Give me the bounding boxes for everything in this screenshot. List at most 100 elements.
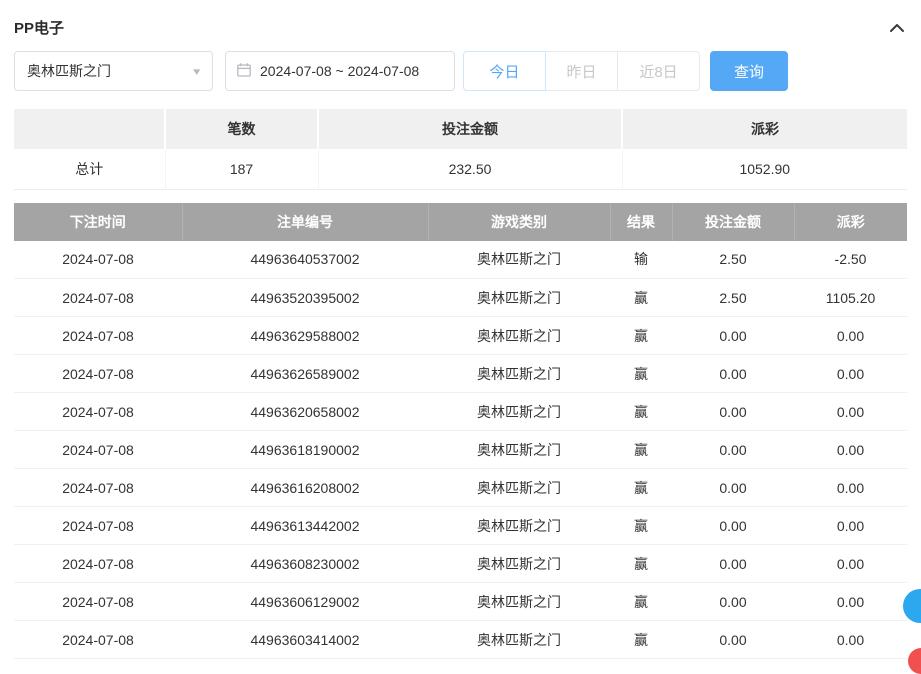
cell-payout: 0.00 [794,621,907,659]
cell-result: 赢 [610,507,672,545]
cell-result: 赢 [610,545,672,583]
calendar-icon [236,62,252,81]
cell-payout: 0.00 [794,469,907,507]
cell-payout: -2.50 [794,241,907,279]
page-title: PP电子 [14,17,64,38]
quick-filter-yesterday[interactable]: 昨日 [545,51,618,91]
cell-bet-time: 2024-07-08 [14,583,182,621]
cell-payout: 0.00 [794,431,907,469]
cell-game-type: 奥林匹斯之门 [428,621,610,659]
date-range-picker[interactable]: 2024-07-08 ~ 2024-07-08 [225,51,455,91]
summary-bet-amount-value: 232.50 [318,149,622,189]
pp-electronic-panel: PP电子 奥林匹斯之门 ▾ 2024-07-08 ~ 2024-07-08 [0,0,921,659]
summary-table: 笔数 投注金额 派彩 总计 187 232.50 1052.90 [14,109,907,190]
summary-payout-value: 1052.90 [622,149,907,189]
cell-game-type: 奥林匹斯之门 [428,317,610,355]
cell-bet-amount: 0.00 [672,583,794,621]
cell-result: 赢 [610,393,672,431]
cell-bet-time: 2024-07-08 [14,621,182,659]
cell-bet-amount: 0.00 [672,431,794,469]
quick-filter-last8days[interactable]: 近8日 [617,51,700,91]
cell-game-type: 奥林匹斯之门 [428,507,610,545]
cell-order-id: 44963620658002 [182,393,428,431]
table-row: 2024-07-08 44963626589002 奥林匹斯之门 赢 0.00 … [14,355,907,393]
cell-payout: 0.00 [794,545,907,583]
date-range-value: 2024-07-08 ~ 2024-07-08 [260,63,419,79]
cell-game-type: 奥林匹斯之门 [428,545,610,583]
summary-total-row: 总计 187 232.50 1052.90 [14,149,907,189]
cell-payout: 0.00 [794,355,907,393]
cell-bet-time: 2024-07-08 [14,355,182,393]
header-game-type: 游戏类别 [428,203,610,241]
header-order-id: 注单编号 [182,203,428,241]
caret-down-icon: ▾ [194,65,201,78]
header-bet-amount: 投注金额 [672,203,794,241]
cell-bet-time: 2024-07-08 [14,545,182,583]
cell-bet-amount: 2.50 [672,279,794,317]
cell-payout: 0.00 [794,393,907,431]
cell-payout: 0.00 [794,317,907,355]
chevron-up-icon [889,22,905,37]
bet-records-table: 下注时间 注单编号 游戏类别 结果 投注金额 派彩 2024-07-08 449… [14,203,907,660]
cell-result: 赢 [610,583,672,621]
table-row: 2024-07-08 44963618190002 奥林匹斯之门 赢 0.00 … [14,431,907,469]
cell-bet-time: 2024-07-08 [14,469,182,507]
cell-order-id: 44963603414002 [182,621,428,659]
collapse-button[interactable] [887,20,907,36]
cell-bet-time: 2024-07-08 [14,393,182,431]
cell-result: 赢 [610,431,672,469]
cell-order-id: 44963606129002 [182,583,428,621]
cell-game-type: 奥林匹斯之门 [428,431,610,469]
table-row: 2024-07-08 44963606129002 奥林匹斯之门 赢 0.00 … [14,583,907,621]
summary-total-label: 总计 [14,149,165,189]
table-row: 2024-07-08 44963603414002 奥林匹斯之门 赢 0.00 … [14,621,907,659]
cell-bet-amount: 0.00 [672,507,794,545]
table-row: 2024-07-08 44963640537002 奥林匹斯之门 输 2.50 … [14,241,907,279]
cell-order-id: 44963640537002 [182,241,428,279]
header-result: 结果 [610,203,672,241]
quick-filter-today[interactable]: 今日 [463,51,546,91]
cell-bet-amount: 0.00 [672,393,794,431]
cell-bet-time: 2024-07-08 [14,507,182,545]
cell-bet-amount: 0.00 [672,621,794,659]
cell-result: 赢 [610,355,672,393]
cell-result: 赢 [610,621,672,659]
filter-bar: 奥林匹斯之门 ▾ 2024-07-08 ~ 2024-07-08 今日 昨日 近… [14,51,907,91]
cell-game-type: 奥林匹斯之门 [428,355,610,393]
game-select-value: 奥林匹斯之门 [27,61,111,81]
bet-table-body: 2024-07-08 44963640537002 奥林匹斯之门 输 2.50 … [14,241,907,659]
game-select[interactable]: 奥林匹斯之门 ▾ [14,51,213,91]
cell-bet-time: 2024-07-08 [14,279,182,317]
cell-result: 赢 [610,279,672,317]
cell-game-type: 奥林匹斯之门 [428,241,610,279]
table-row: 2024-07-08 44963520395002 奥林匹斯之门 赢 2.50 … [14,279,907,317]
table-row: 2024-07-08 44963620658002 奥林匹斯之门 赢 0.00 … [14,393,907,431]
cell-game-type: 奥林匹斯之门 [428,583,610,621]
cell-bet-amount: 0.00 [672,355,794,393]
floating-action-button[interactable] [908,648,921,674]
cell-order-id: 44963520395002 [182,279,428,317]
summary-header-bet-amount: 投注金额 [318,109,622,149]
summary-header-blank [14,109,165,149]
table-row: 2024-07-08 44963613442002 奥林匹斯之门 赢 0.00 … [14,507,907,545]
panel-header: PP电子 [14,0,907,51]
cell-order-id: 44963618190002 [182,431,428,469]
bet-table-header-row: 下注时间 注单编号 游戏类别 结果 投注金额 派彩 [14,203,907,241]
header-bet-time: 下注时间 [14,203,182,241]
table-row: 2024-07-08 44963608230002 奥林匹斯之门 赢 0.00 … [14,545,907,583]
cell-result: 赢 [610,469,672,507]
cell-game-type: 奥林匹斯之门 [428,279,610,317]
cell-bet-time: 2024-07-08 [14,431,182,469]
cell-bet-amount: 2.50 [672,241,794,279]
cell-payout: 1105.20 [794,279,907,317]
cell-result: 赢 [610,317,672,355]
cell-bet-amount: 0.00 [672,317,794,355]
cell-result: 输 [610,241,672,279]
quick-date-filters: 今日 昨日 近8日 [463,51,700,91]
header-payout: 派彩 [794,203,907,241]
cell-payout: 0.00 [794,507,907,545]
cell-order-id: 44963613442002 [182,507,428,545]
cell-order-id: 44963626589002 [182,355,428,393]
search-button[interactable]: 查询 [710,51,788,91]
cell-bet-amount: 0.00 [672,545,794,583]
